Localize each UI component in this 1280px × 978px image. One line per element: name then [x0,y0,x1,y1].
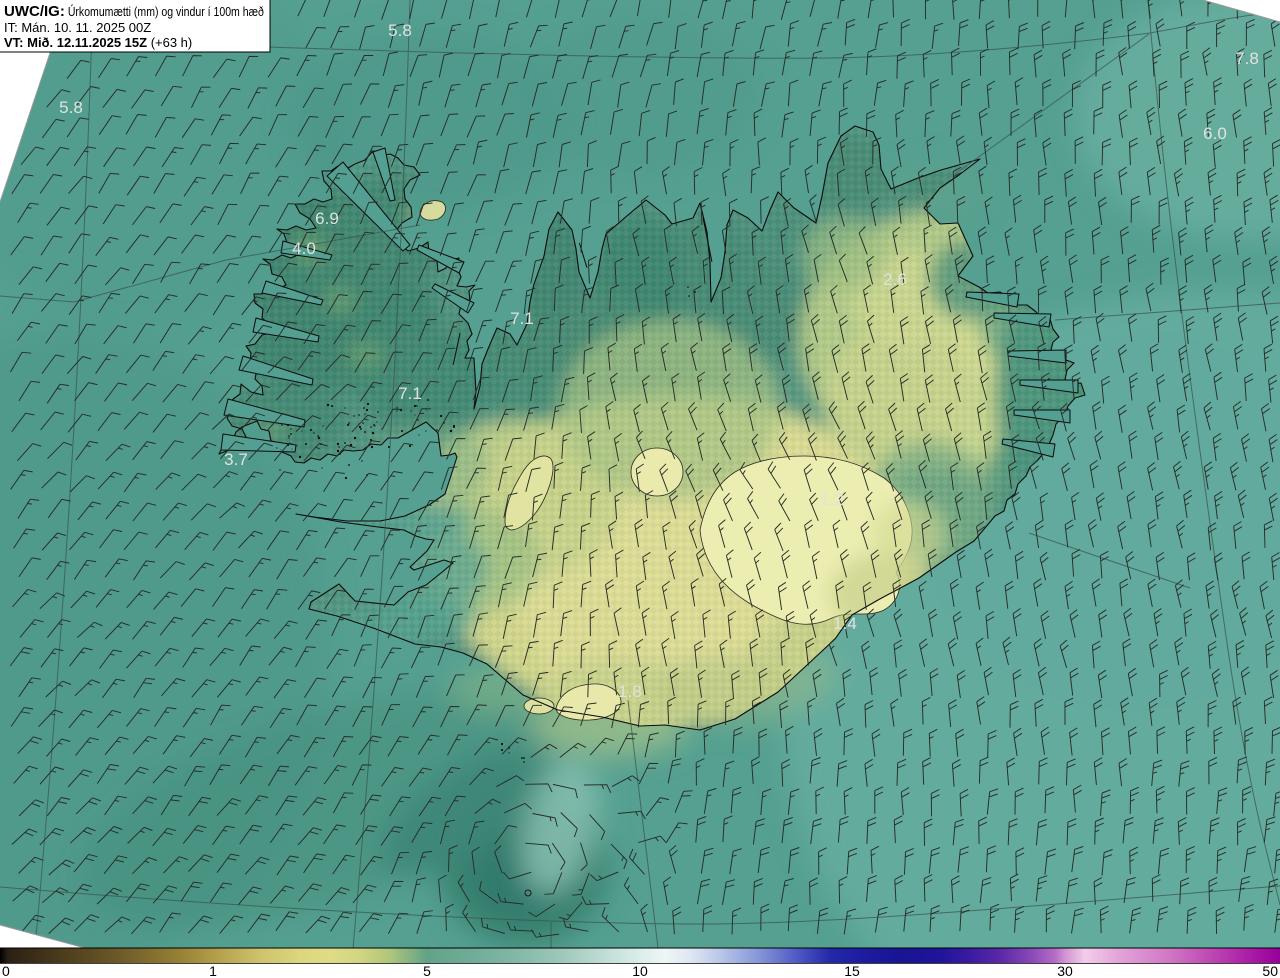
svg-text:UWC/IG:Úrkomumætti (mm) og vin: UWC/IG: Úrkomumætti (mm) og vindur í 100m… [4,3,264,20]
svg-text:0: 0 [2,963,10,978]
svg-text:1.2: 1.2 [820,490,844,509]
svg-text:1: 1 [209,963,217,978]
svg-text:5.8: 5.8 [59,98,83,117]
svg-text:7.8: 7.8 [1235,49,1259,68]
svg-text:1.8: 1.8 [618,682,642,701]
svg-text:VT: Mið. 12.11.2025 15Z (+63 h: VT: Mið. 12.11.2025 15Z (+63 h) [4,35,192,50]
svg-text:50: 50 [1262,963,1278,978]
svg-text:7.1: 7.1 [510,309,534,328]
svg-text:5: 5 [423,963,431,978]
svg-text:2.6: 2.6 [883,270,907,289]
svg-text:4.0: 4.0 [292,239,316,258]
svg-text:1.4: 1.4 [833,614,857,633]
svg-text:3.7: 3.7 [224,450,248,469]
svg-text:30: 30 [1057,963,1073,978]
svg-text:10: 10 [632,963,648,978]
svg-text:IT: Mán. 10. 11. 2025 00Z: IT: Mán. 10. 11. 2025 00Z [4,20,151,35]
svg-text:6.9: 6.9 [315,209,339,228]
svg-text:5.8: 5.8 [388,21,412,40]
svg-text:15: 15 [844,963,860,978]
svg-text:7.1: 7.1 [398,384,422,403]
svg-text:6.0: 6.0 [1203,124,1227,143]
